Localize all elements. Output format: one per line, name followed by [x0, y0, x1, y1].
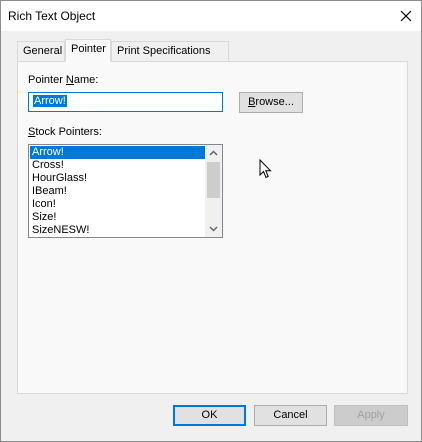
scroll-down-button[interactable] — [205, 221, 222, 237]
list-item[interactable]: HourGlass! — [30, 172, 205, 185]
pointer-tab-panel: Pointer Name: Arrow! Browse... Stock Poi… — [17, 61, 408, 394]
ok-button[interactable]: OK — [173, 405, 246, 426]
close-button[interactable] — [391, 1, 421, 31]
list-item[interactable]: Size! — [30, 211, 205, 224]
tab-general[interactable]: General — [17, 41, 65, 61]
title-bar: Rich Text Object — [1, 1, 421, 31]
browse-button[interactable]: Browse... — [239, 92, 303, 113]
chevron-down-icon — [209, 226, 218, 232]
window-title: Rich Text Object — [8, 9, 96, 23]
pointer-name-label: Pointer Name: — [28, 74, 99, 86]
stock-pointers-label: Stock Pointers: — [28, 126, 102, 138]
list-item[interactable]: Arrow! — [30, 146, 205, 159]
apply-button[interactable]: Apply — [334, 405, 408, 426]
dialog-window: Rich Text Object General Pointer Print S… — [0, 0, 422, 442]
list-item[interactable]: Cross! — [30, 159, 205, 172]
pointer-name-input[interactable]: Arrow! — [28, 92, 223, 112]
scroll-up-button[interactable] — [205, 145, 222, 161]
vertical-scrollbar[interactable] — [205, 145, 222, 237]
chevron-up-icon — [209, 150, 218, 156]
tab-pointer[interactable]: Pointer — [65, 39, 111, 62]
stock-pointers-listbox[interactable]: Arrow! Cross! HourGlass! IBeam! Icon! Si… — [28, 144, 223, 238]
list-item[interactable]: SizeNESW! — [30, 224, 205, 237]
list-item[interactable]: Icon! — [30, 198, 205, 211]
mouse-cursor-icon — [259, 159, 272, 179]
scroll-thumb[interactable] — [207, 162, 220, 198]
close-icon — [400, 10, 412, 22]
cancel-button[interactable]: Cancel — [254, 405, 327, 426]
list-item[interactable]: IBeam! — [30, 185, 205, 198]
pointer-name-value: Arrow! — [33, 95, 67, 107]
tab-print-specifications[interactable]: Print Specifications — [111, 41, 229, 61]
